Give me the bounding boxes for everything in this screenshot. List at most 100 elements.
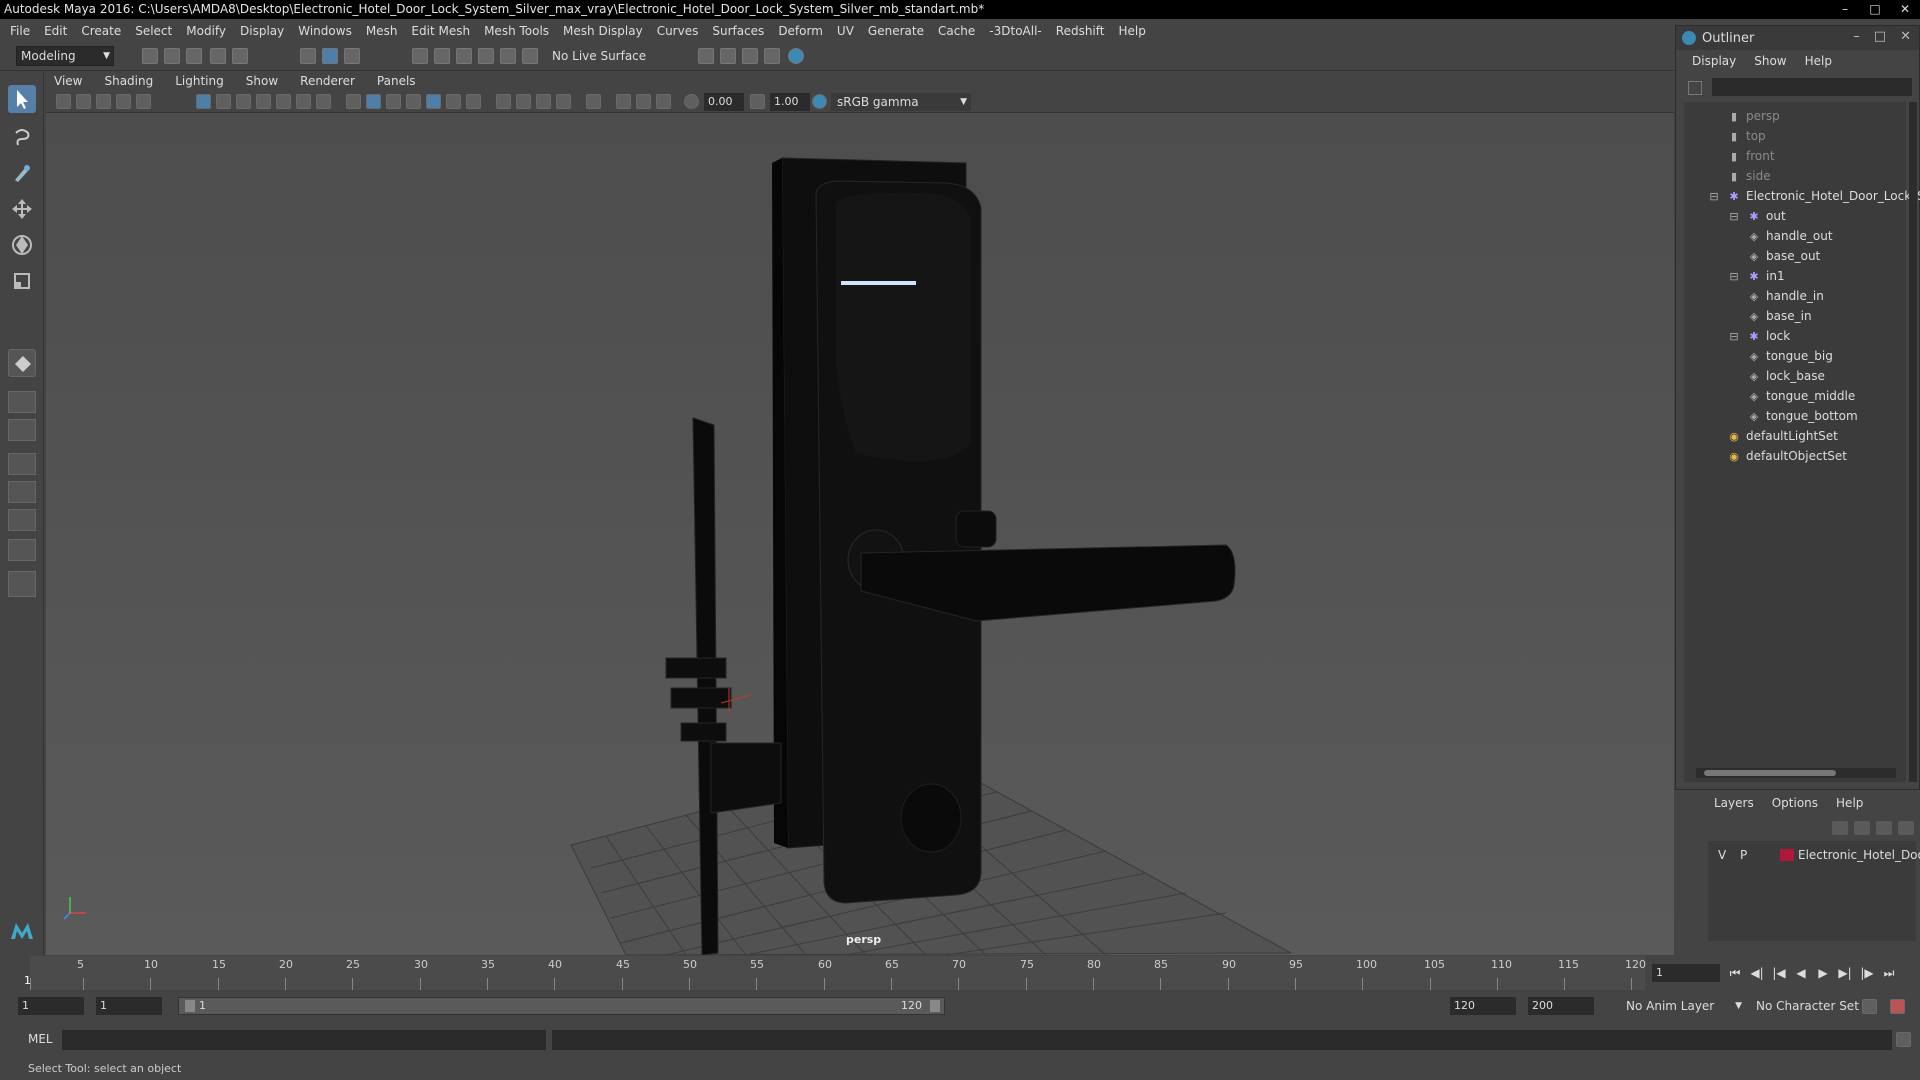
maximize-icon[interactable]: □ <box>1860 0 1890 19</box>
close-icon[interactable]: ✕ <box>1900 29 1911 44</box>
command-input[interactable] <box>62 1030 546 1050</box>
outliner-item-lock-base[interactable]: ◈ lock_base <box>1746 366 1825 386</box>
ipr-render-icon[interactable] <box>742 48 758 64</box>
outliner-item-handle-out[interactable]: ◈ handle_out <box>1746 226 1833 246</box>
camera-attributes-icon[interactable] <box>56 94 71 109</box>
menu-select[interactable]: Select <box>135 24 172 38</box>
grease-pencil-icon[interactable] <box>136 94 151 109</box>
current-frame-field[interactable]: 1 <box>1652 964 1720 982</box>
color-management-icon[interactable] <box>812 94 827 109</box>
outliner-item-top[interactable]: ▮ top <box>1726 126 1766 146</box>
use-all-lights-icon[interactable] <box>446 94 461 109</box>
select-hierarchy-icon[interactable] <box>300 48 316 64</box>
close-icon[interactable]: ✕ <box>1890 0 1920 19</box>
render-settings-icon[interactable] <box>698 48 714 64</box>
snap-curve-icon[interactable] <box>434 48 450 64</box>
outliner-item-root-group[interactable]: ⊟ ✱ Electronic_Hotel_Door_Lock_Sy <box>1706 186 1920 206</box>
gamma-field[interactable]: 1.00 <box>770 93 810 111</box>
xray-icon[interactable] <box>616 94 631 109</box>
outliner-item-front[interactable]: ▮ front <box>1726 146 1775 166</box>
step-forward-frame-icon[interactable]: ▶| <box>1836 964 1854 982</box>
menu-modify[interactable]: Modify <box>186 24 226 38</box>
outliner-horizontal-scrollbar[interactable] <box>1696 768 1896 778</box>
menu-windows[interactable]: Windows <box>298 24 352 38</box>
filter-icon[interactable] <box>1688 81 1702 95</box>
gate-mask-icon[interactable] <box>256 94 271 109</box>
move-tool-icon[interactable] <box>8 195 36 223</box>
layer-row[interactable]: V P Electronic_Hotel_Door <box>1708 845 1920 865</box>
minimize-icon[interactable]: – <box>1853 29 1860 44</box>
menu-help[interactable]: Help <box>1118 24 1145 38</box>
wireframe-on-shaded-icon[interactable] <box>406 94 421 109</box>
motion-blur-icon[interactable] <box>516 94 531 109</box>
render-frame-icon[interactable] <box>720 48 736 64</box>
outliner-menu-show[interactable]: Show <box>1754 54 1786 68</box>
menu-file[interactable]: File <box>10 24 30 38</box>
grid-toggle-icon[interactable] <box>196 94 211 109</box>
outliner-item-base-in[interactable]: ◈ base_in <box>1746 306 1812 326</box>
collapse-icon[interactable]: ⊟ <box>1706 187 1722 207</box>
smooth-shade-icon[interactable] <box>366 94 381 109</box>
outliner-search-input[interactable] <box>1712 78 1912 96</box>
menu-curves[interactable]: Curves <box>657 24 699 38</box>
resolution-gate-icon[interactable] <box>236 94 251 109</box>
wireframe-icon[interactable] <box>346 94 361 109</box>
go-to-start-icon[interactable]: ⏮ <box>1726 964 1744 982</box>
animation-end-field[interactable]: 200 <box>1528 997 1594 1015</box>
snap-view-icon[interactable] <box>478 48 494 64</box>
lasso-tool-icon[interactable] <box>8 123 36 151</box>
outliner-item-tongue-bottom[interactable]: ◈ tongue_bottom <box>1746 406 1858 426</box>
new-scene-icon[interactable] <box>142 48 158 64</box>
outliner-item-out[interactable]: ⊟ ✱ out <box>1726 206 1785 226</box>
maximize-icon[interactable]: □ <box>1874 29 1886 44</box>
gamma-icon[interactable] <box>750 94 765 109</box>
snap-grid-icon[interactable] <box>412 48 428 64</box>
move-layer-down-icon[interactable] <box>1854 821 1870 835</box>
menu-display[interactable]: Display <box>240 24 284 38</box>
menu-set-dropdown[interactable]: Modeling ▼ <box>16 46 114 66</box>
playback-start-field[interactable]: 1 <box>96 997 162 1015</box>
step-forward-key-icon[interactable]: |▶ <box>1858 964 1876 982</box>
outliner-item-tongue-big[interactable]: ◈ tongue_big <box>1746 346 1833 366</box>
panel-menu-shading[interactable]: Shading <box>104 74 153 88</box>
live-surface-field[interactable]: No Live Surface <box>552 47 660 65</box>
isolate-select-icon[interactable] <box>586 94 601 109</box>
outliner-item-base-out[interactable]: ◈ base_out <box>1746 246 1821 266</box>
time-ruler[interactable]: 1 5 10 15 20 25 30 35 40 45 50 55 60 65 … <box>24 956 1646 990</box>
go-to-end-icon[interactable]: ⏭ <box>1880 964 1898 982</box>
script-editor-icon[interactable] <box>1896 1032 1911 1047</box>
animation-preferences-icon[interactable] <box>1890 999 1905 1014</box>
select-object-icon[interactable] <box>322 48 338 64</box>
outliner-menu-display[interactable]: Display <box>1692 54 1736 68</box>
outliner-item-persp[interactable]: ▮ persp <box>1726 106 1780 126</box>
persp-hypershade-layout-icon[interactable] <box>8 509 36 531</box>
playback-end-field[interactable]: 120 <box>1450 997 1516 1015</box>
animation-start-field[interactable]: 1 <box>18 997 84 1015</box>
view-transform-dropdown[interactable]: sRGB gamma ▼ <box>831 93 971 111</box>
step-back-frame-icon[interactable]: |◀ <box>1770 964 1788 982</box>
layer-playback-toggle[interactable]: P <box>1740 845 1747 865</box>
menu-redshift[interactable]: Redshift <box>1056 24 1105 38</box>
outliner-vertical-scrollbar[interactable] <box>1909 102 1917 782</box>
scale-tool-icon[interactable] <box>8 267 36 295</box>
screen-space-ao-icon[interactable] <box>496 94 511 109</box>
outliner-item-in1[interactable]: ⊟ ✱ in1 <box>1726 266 1784 286</box>
snap-surface-icon[interactable] <box>500 48 516 64</box>
exposure-field[interactable]: 0.00 <box>704 93 744 111</box>
outliner-item-handle-in[interactable]: ◈ handle_in <box>1746 286 1824 306</box>
multisample-aa-icon[interactable] <box>536 94 551 109</box>
field-chart-icon[interactable] <box>276 94 291 109</box>
rotate-tool-icon[interactable] <box>8 231 36 259</box>
menu-cache[interactable]: Cache <box>938 24 975 38</box>
panel-menu-lighting[interactable]: Lighting <box>175 74 224 88</box>
layers-menu-help[interactable]: Help <box>1836 796 1863 810</box>
outliner-item-side[interactable]: ▮ side <box>1726 166 1771 186</box>
select-tool-icon[interactable] <box>8 85 36 113</box>
xray-joints-icon[interactable] <box>656 94 671 109</box>
menu-generate[interactable]: Generate <box>868 24 924 38</box>
outliner-item-tongue-middle[interactable]: ◈ tongue_middle <box>1746 386 1855 406</box>
character-set-dropdown[interactable]: No Character Set <box>1756 997 1872 1015</box>
range-end-handle[interactable] <box>930 1000 940 1012</box>
redo-icon[interactable] <box>232 48 248 64</box>
outliner-item-default-object-set[interactable]: ◉ defaultObjectSet <box>1726 446 1847 466</box>
